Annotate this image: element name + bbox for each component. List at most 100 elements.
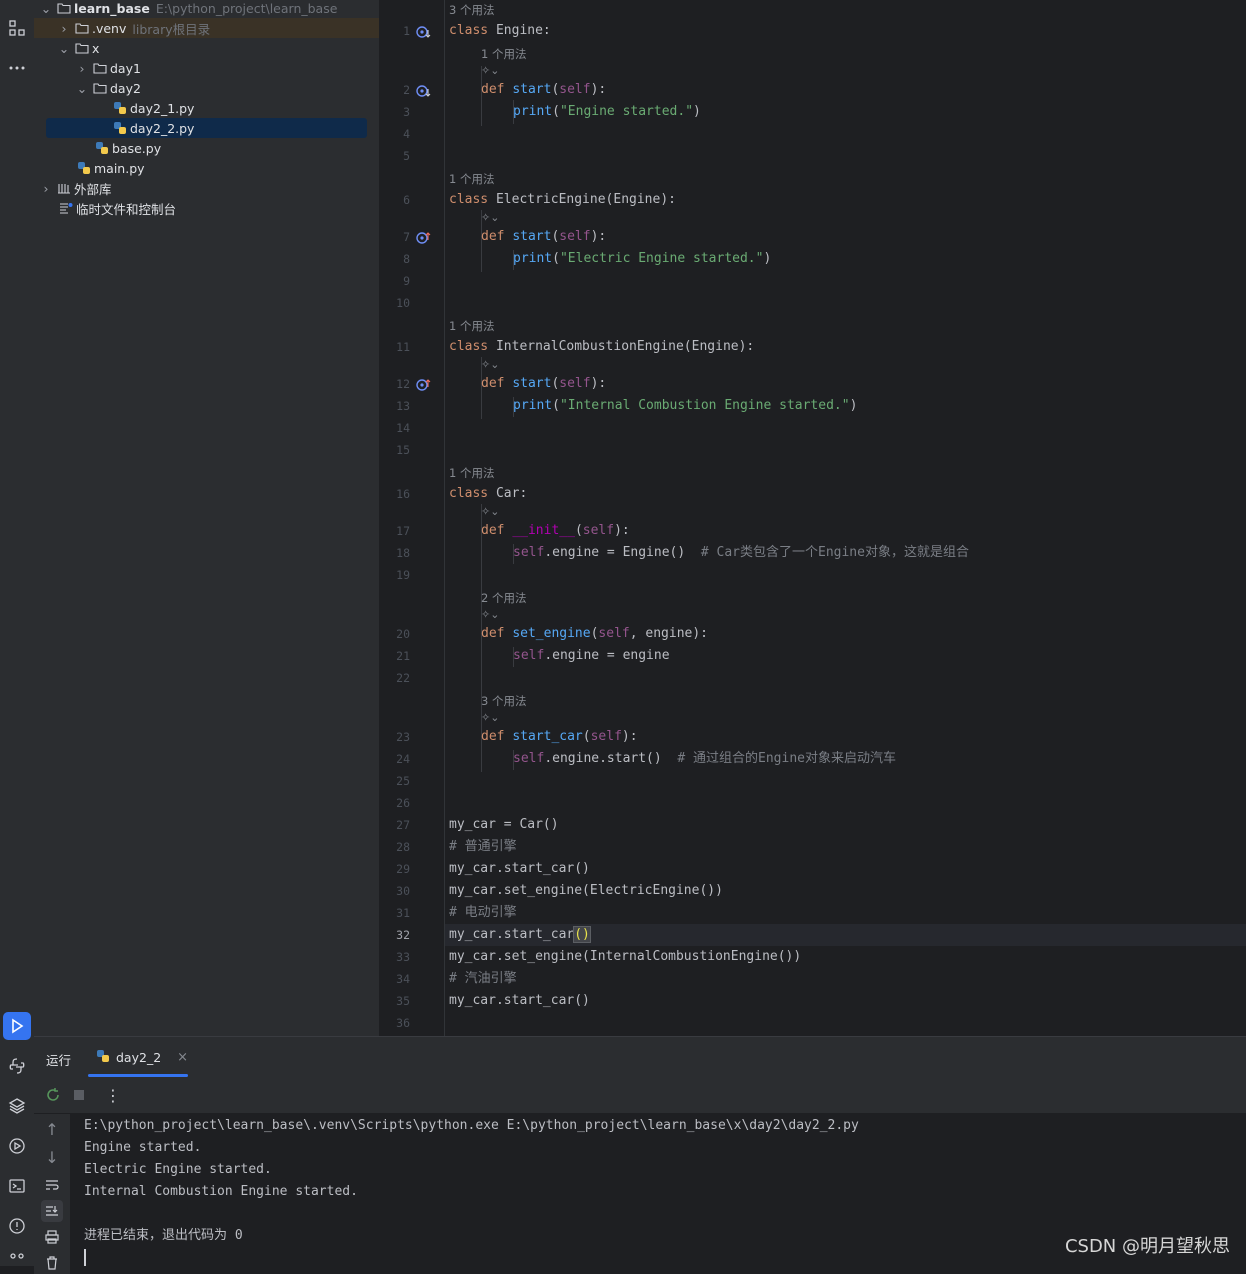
line-number: 4	[403, 127, 410, 141]
code-line-8: print("Electric Engine started.")	[513, 251, 772, 266]
soft-wrap-icon[interactable]	[41, 1174, 63, 1196]
console-output[interactable]: E:\python_project\learn_base\.venv\Scrip…	[84, 1115, 859, 1269]
tree-file-day2-2[interactable]: day2_2.py	[34, 118, 379, 138]
venv-hint: library根目录	[132, 21, 211, 37]
chevron-right-icon[interactable]: ›	[76, 61, 88, 76]
chevron-down-icon[interactable]: ⌄	[58, 41, 70, 56]
tree-scratches[interactable]: 临时文件和控制台	[34, 198, 379, 218]
implemented-down-icon[interactable]	[416, 84, 432, 98]
line-number: 6	[403, 193, 410, 207]
tree-venv[interactable]: › .venv library根目录	[34, 18, 379, 38]
print-icon[interactable]	[41, 1226, 63, 1248]
usage-hint[interactable]: 1 个用法	[449, 465, 494, 481]
code-line-33: my_car.set_engine(InternalCombustionEngi…	[449, 949, 802, 964]
layers-icon[interactable]	[3, 1092, 31, 1120]
code-line-20: def set_engine(self, engine):	[481, 626, 709, 641]
tree-day2[interactable]: ⌄ day2	[34, 78, 379, 98]
console-line: E:\python_project\learn_base\.venv\Scrip…	[84, 1118, 859, 1133]
override-up-icon[interactable]	[416, 231, 432, 245]
line-number: 15	[396, 443, 410, 457]
trash-icon[interactable]	[41, 1252, 63, 1274]
usage-hint[interactable]: 1 个用法	[449, 171, 494, 187]
arrow-down-icon[interactable]: ↓	[41, 1146, 63, 1168]
tree-root[interactable]: ⌄ learn_base E:\python_project\learn_bas…	[34, 0, 379, 18]
ai-actions-icon[interactable]: ✧⌄	[481, 64, 499, 77]
python-console-icon[interactable]	[3, 1052, 31, 1080]
chevron-down-icon[interactable]: ⌄	[40, 1, 52, 16]
code-line-27: my_car = Car()	[449, 817, 559, 832]
vcs-icon[interactable]	[3, 1246, 31, 1274]
code-line-16: class Car:	[449, 486, 528, 501]
ai-actions-icon[interactable]: ✧⌄	[481, 211, 499, 224]
ai-actions-icon[interactable]: ✧⌄	[481, 505, 499, 518]
tree-external-libs[interactable]: › 外部库	[34, 178, 379, 198]
close-icon[interactable]: ×	[177, 1050, 188, 1065]
line-number: 34	[396, 972, 410, 986]
console-line: 进程已结束，退出代码为 0	[84, 1228, 243, 1243]
line-number: 31	[396, 906, 410, 920]
root-name: learn_base	[74, 0, 150, 16]
run-tab-label: day2_2	[116, 1050, 162, 1065]
scroll-to-end-icon[interactable]	[41, 1200, 63, 1222]
override-up-icon[interactable]	[416, 378, 432, 392]
line-number: 23	[396, 730, 410, 744]
tree-x[interactable]: ⌄ x	[34, 38, 379, 58]
line-number: 9	[403, 274, 410, 288]
console-line: Internal Combustion Engine started.	[84, 1184, 358, 1199]
gutter: 1 2 3 4 5 6 7 8 9 10 11 12 13 14 15 16 1…	[380, 0, 444, 1036]
code-editor[interactable]: 1 2 3 4 5 6 7 8 9 10 11 12 13 14 15 16 1…	[380, 0, 1246, 1036]
stop-icon[interactable]	[68, 1084, 90, 1106]
tree-file-main[interactable]: main.py	[34, 158, 379, 178]
line-number: 36	[396, 1016, 410, 1030]
python-file-icon	[112, 120, 128, 136]
line-number: 20	[396, 627, 410, 641]
services-icon[interactable]	[3, 1132, 31, 1160]
run-icon[interactable]	[3, 1012, 31, 1040]
ai-actions-icon[interactable]: ✧⌄	[481, 711, 499, 724]
run-toolbar: ⋮	[34, 1077, 1246, 1114]
tree-file-day2-1[interactable]: day2_1.py	[34, 98, 379, 118]
line-number: 7	[403, 230, 410, 244]
project-panel: ⌄ learn_base E:\python_project\learn_bas…	[34, 0, 380, 1036]
code-area[interactable]: 3 个用法 class Engine: 1 个用法 ✧⌄ def start(s…	[444, 0, 1246, 1036]
code-line-35: my_car.start_car()	[449, 993, 590, 1008]
terminal-icon[interactable]	[3, 1172, 31, 1200]
more-options-icon[interactable]: ⋮	[102, 1084, 124, 1106]
chevron-right-icon[interactable]: ›	[58, 21, 70, 36]
line-number: 29	[396, 862, 410, 876]
usage-hint[interactable]: 2 个用法	[481, 590, 526, 606]
rerun-icon[interactable]	[42, 1084, 64, 1106]
line-number: 1	[403, 24, 410, 38]
code-line-17: def __init__(self):	[481, 523, 630, 538]
line-number: 22	[396, 671, 410, 685]
external-label: 外部库	[74, 181, 112, 197]
folder-icon	[92, 80, 108, 96]
code-line-3: print("Engine started.")	[513, 104, 701, 119]
tree-day1[interactable]: › day1	[34, 58, 379, 78]
tree-file-base[interactable]: base.py	[34, 138, 379, 158]
arrow-up-icon[interactable]: ↑	[41, 1118, 63, 1140]
implemented-down-icon[interactable]	[416, 25, 432, 39]
chevron-right-icon[interactable]: ›	[40, 181, 52, 196]
ai-actions-icon[interactable]: ✧⌄	[481, 358, 499, 371]
line-number: 11	[396, 340, 410, 354]
python-file-icon	[94, 140, 110, 156]
chevron-down-icon[interactable]: ⌄	[76, 81, 88, 96]
code-line-1: class Engine:	[449, 23, 551, 38]
usage-hint[interactable]: 1 个用法	[449, 318, 494, 334]
line-number: 17	[396, 524, 410, 538]
code-line-7: def start(self):	[481, 229, 607, 244]
ai-actions-icon[interactable]: ✧⌄	[481, 608, 499, 621]
code-line-34: # 汽油引擎	[449, 971, 517, 986]
text-caret	[84, 1249, 86, 1266]
structure-icon[interactable]	[3, 14, 31, 42]
problems-icon[interactable]	[3, 1212, 31, 1240]
usage-hint[interactable]: 3 个用法	[449, 2, 494, 18]
scratches-label: 临时文件和控制台	[76, 201, 177, 217]
usage-hint[interactable]: 1 个用法	[481, 46, 526, 62]
more-icon[interactable]	[3, 54, 31, 82]
python-file-icon	[76, 160, 92, 176]
line-number: 35	[396, 994, 410, 1008]
run-tab[interactable]: day2_2 ×	[96, 1049, 188, 1066]
usage-hint[interactable]: 3 个用法	[481, 693, 526, 709]
